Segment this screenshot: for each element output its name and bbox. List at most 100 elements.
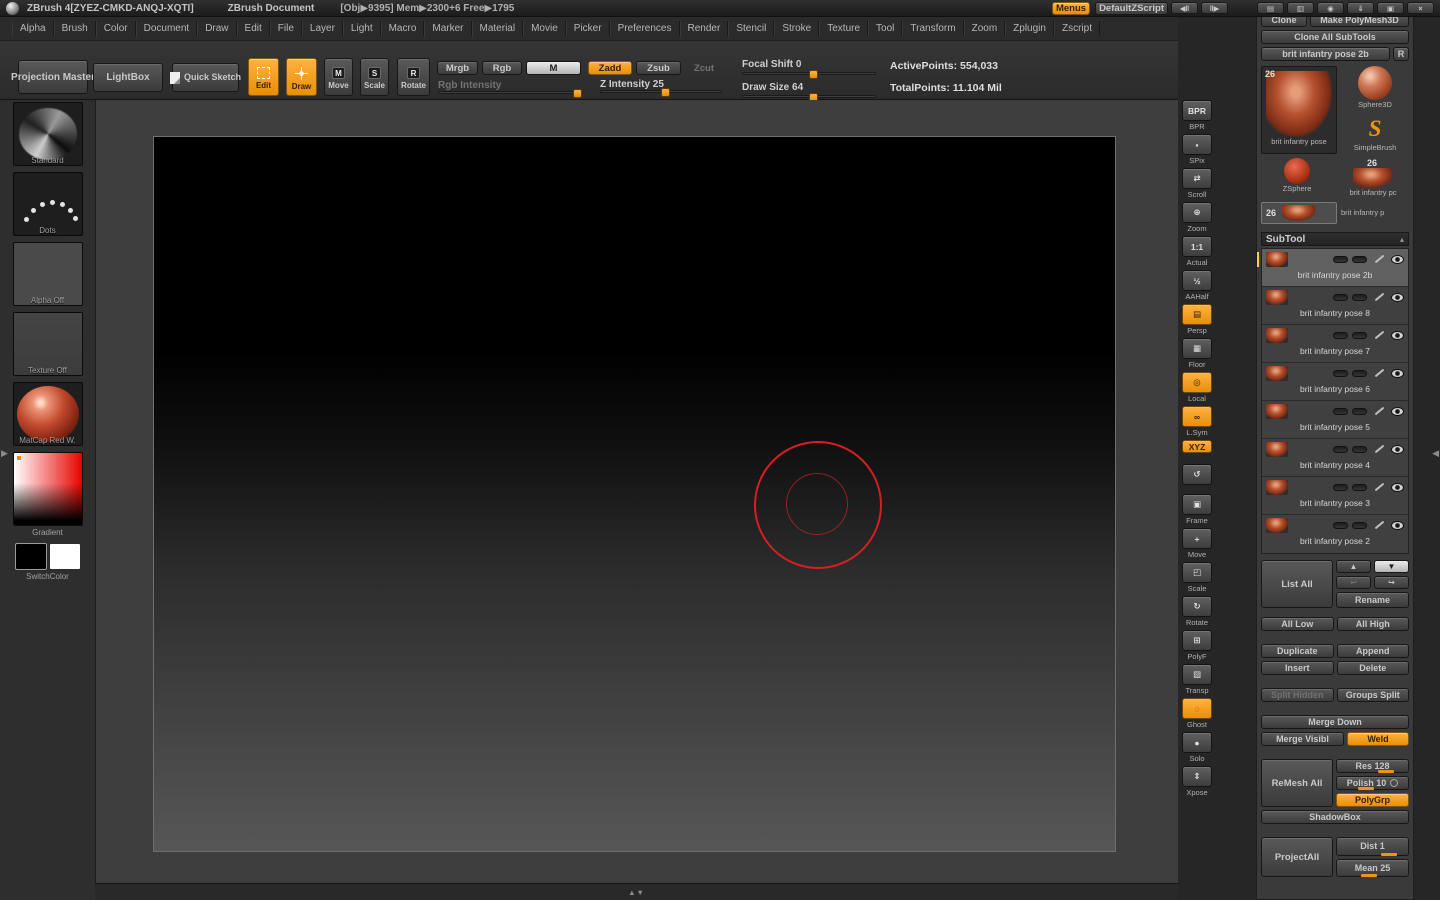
menu-item-tool[interactable]: Tool <box>868 21 903 36</box>
res-slider[interactable]: Res 128 <box>1336 759 1409 773</box>
shelf-scroll-left-icon[interactable]: ◀‖ <box>1171 2 1198 14</box>
menu-item-render[interactable]: Render <box>679 21 729 36</box>
focal-shift-handle[interactable] <box>809 70 818 79</box>
menu-item-zscript[interactable]: Zscript <box>1053 21 1100 36</box>
menus-button[interactable]: Menus <box>1051 1 1091 15</box>
menu-item-file[interactable]: File <box>269 21 302 36</box>
edit-name-icon[interactable] <box>1374 520 1385 530</box>
subtool-row[interactable]: brit infantry pose 8 <box>1262 287 1408 325</box>
polygrp-button[interactable]: PolyGrp <box>1336 793 1409 807</box>
menu-item-draw[interactable]: Draw <box>197 21 237 36</box>
local-toggle[interactable]: ◎ Local <box>1182 372 1212 403</box>
subtool-row[interactable]: brit infantry pose 6 <box>1262 363 1408 401</box>
floor-toggle[interactable]: ▦ Floor <box>1182 338 1212 369</box>
zoom-canvas-button[interactable]: ⊕ Zoom <box>1182 202 1212 233</box>
ghost-toggle[interactable]: ◌ Ghost <box>1182 698 1212 729</box>
right-tray-expander-icon[interactable]: ◀ <box>1432 448 1439 459</box>
draw-mode-button[interactable]: Draw <box>286 58 317 96</box>
edit-mode-button[interactable]: Edit <box>248 58 279 96</box>
edit-name-icon[interactable] <box>1374 482 1385 492</box>
menu-item-stencil[interactable]: Stencil <box>728 21 775 36</box>
current-material-well[interactable]: MatCap Red W. <box>12 382 83 446</box>
subtool-row[interactable]: brit infantry pose 2 <box>1262 515 1408 553</box>
delete-button[interactable]: Delete <box>1336 661 1409 675</box>
left-tray-expander-icon[interactable]: ▶ <box>1 448 8 459</box>
close-icon[interactable]: × <box>1407 2 1434 14</box>
menu-item-brush[interactable]: Brush <box>53 21 96 36</box>
split-hidden-button[interactable]: Split Hidden <box>1261 688 1334 702</box>
uv-toggle-icon[interactable] <box>1352 293 1367 301</box>
menu-item-picker[interactable]: Picker <box>565 21 610 36</box>
draw-size-slider[interactable] <box>742 93 876 102</box>
edit-name-icon[interactable] <box>1374 444 1385 454</box>
visibility-eye-icon[interactable] <box>1391 330 1404 340</box>
remesh-all-button[interactable]: ReMesh All <box>1261 759 1333 807</box>
menu-item-transform[interactable]: Transform <box>902 21 964 36</box>
subtool-row[interactable]: brit infantry pose 5 <box>1262 401 1408 439</box>
uv-toggle-icon[interactable] <box>1352 331 1367 339</box>
polyframe-toggle[interactable]: ⊞ PolyF <box>1182 630 1212 661</box>
visibility-eye-icon[interactable] <box>1391 406 1404 416</box>
actual-size-button[interactable]: 1:1 Actual <box>1182 236 1212 267</box>
res-slider-handle[interactable] <box>1378 770 1395 773</box>
bpr-render-button[interactable]: BPR BPR <box>1182 100 1212 131</box>
menu-item-color[interactable]: Color <box>95 21 136 36</box>
menu-item-texture[interactable]: Texture <box>819 21 869 36</box>
polypaint-toggle-icon[interactable] <box>1333 331 1348 339</box>
clone-all-subtools-button[interactable]: Clone All SubTools <box>1261 30 1409 44</box>
project-all-button[interactable]: ProjectAll <box>1261 837 1333 877</box>
visibility-eye-icon[interactable] <box>1391 444 1404 454</box>
current-stroke-well[interactable]: Dots <box>12 172 83 236</box>
polypaint-toggle-icon[interactable] <box>1333 521 1348 529</box>
store-config-icon[interactable]: ▥ <box>1287 2 1314 14</box>
quick-sketch-button[interactable]: Quick Sketch <box>169 63 241 92</box>
rgb-intensity-handle[interactable] <box>573 89 582 98</box>
edit-name-icon[interactable] <box>1374 254 1385 264</box>
subtool-row-selected[interactable]: brit infantry pose 2b <box>1257 249 1408 287</box>
scroll-canvas-button[interactable]: ⇄ Scroll <box>1182 168 1212 199</box>
z-intensity-handle[interactable] <box>661 88 670 97</box>
subtool-move-down-icon[interactable]: ↪ <box>1374 576 1409 589</box>
active-tool-thumbnail[interactable]: 26 brit infantry pose <box>1261 66 1337 154</box>
xpose-button[interactable]: ⇕ Xpose <box>1182 766 1212 797</box>
polish-slider[interactable]: Polish 10 <box>1336 776 1409 790</box>
shelf-scroll-right-icon[interactable]: ‖▶ <box>1201 2 1228 14</box>
insert-button[interactable]: Insert <box>1261 661 1334 675</box>
polypaint-toggle-icon[interactable] <box>1333 407 1348 415</box>
color-picker-well[interactable]: Gradient <box>12 452 83 537</box>
edit-name-icon[interactable] <box>1374 330 1385 340</box>
restore-window-icon[interactable]: ▣ <box>1377 2 1404 14</box>
menu-item-marker[interactable]: Marker <box>424 21 472 36</box>
weld-button[interactable]: Weld <box>1347 732 1409 746</box>
all-high-button[interactable]: All High <box>1336 617 1409 631</box>
visibility-eye-icon[interactable] <box>1391 482 1404 492</box>
current-texture-well[interactable]: Texture Off <box>12 312 83 376</box>
restore-config-button[interactable]: R <box>1393 47 1409 61</box>
current-alpha-well[interactable]: Alpha Off <box>12 242 83 306</box>
subtool-row[interactable]: brit infantry pose 4 <box>1262 439 1408 477</box>
aahalf-button[interactable]: ½ AAHalf <box>1182 270 1212 301</box>
polish-mode-circle-icon[interactable] <box>1390 779 1399 787</box>
persp-toggle[interactable]: ▤ Persp <box>1182 304 1212 335</box>
mrgb-button[interactable]: Mrgb <box>437 61 478 75</box>
rename-button[interactable]: Rename <box>1336 592 1409 608</box>
current-brush-well[interactable]: Standard <box>12 102 83 166</box>
secondary-color-swatch[interactable] <box>48 543 81 570</box>
menu-item-layer[interactable]: Layer <box>301 21 343 36</box>
main-color-swatch[interactable] <box>14 543 47 570</box>
document-viewport[interactable] <box>153 136 1116 852</box>
duplicate-button[interactable]: Duplicate <box>1261 644 1334 658</box>
visibility-eye-icon[interactable] <box>1391 520 1404 530</box>
list-all-button[interactable]: List All <box>1261 560 1333 608</box>
subtool-down-icon[interactable]: ▼ <box>1374 560 1409 573</box>
subtool-move-up-icon[interactable]: ↩ <box>1336 576 1371 589</box>
spix-button[interactable]: ▪ SPix <box>1182 134 1212 165</box>
rgb-button[interactable]: Rgb <box>482 61 522 75</box>
visibility-eye-icon[interactable] <box>1391 254 1404 264</box>
lightbox-button[interactable]: LightBox <box>93 63 163 92</box>
transparency-toggle[interactable]: ▨ Transp <box>1182 664 1212 695</box>
projection-master-button[interactable]: Projection Master <box>11 60 95 94</box>
menu-item-zoom[interactable]: Zoom <box>963 21 1006 36</box>
canvas-area[interactable] <box>95 100 1178 883</box>
focal-shift-slider[interactable] <box>742 70 876 79</box>
